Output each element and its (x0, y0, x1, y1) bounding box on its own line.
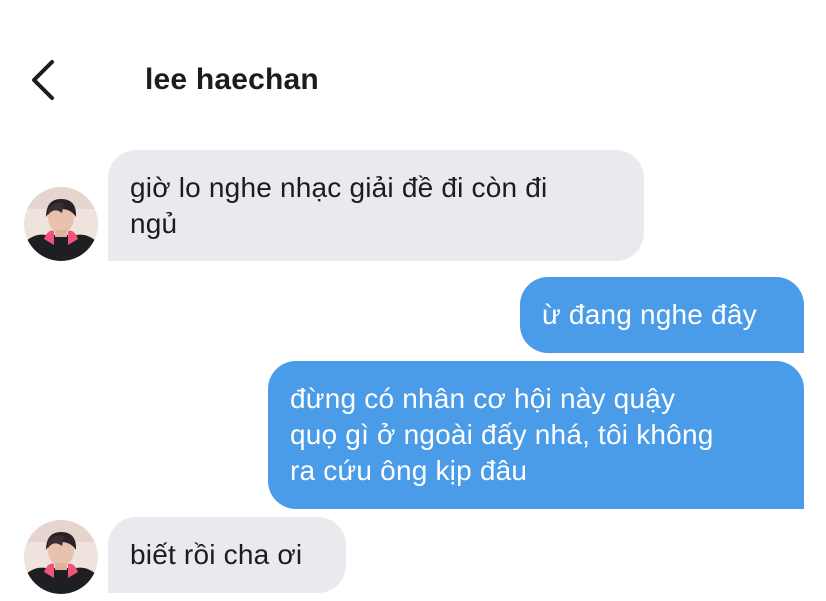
chat-header: lee haechan (0, 0, 826, 140)
avatar-photo (24, 520, 98, 594)
avatar-photo (24, 187, 98, 261)
message-bubble-incoming[interactable]: giờ lo nghe nhạc giải đề đi còn đi ngủ (108, 150, 644, 261)
message-bubble-outgoing[interactable]: ừ đang nghe đây (520, 277, 804, 353)
message-bubble-incoming[interactable]: biết rồi cha ơi (108, 517, 346, 593)
chevron-left-icon (32, 60, 54, 100)
back-button[interactable] (24, 58, 64, 102)
chat-screen: lee haechan giờ lo nghe nhạc giải đề đi … (0, 0, 826, 601)
contact-avatar[interactable] (24, 520, 98, 594)
message-bubble-outgoing[interactable]: đừng có nhân cơ hội này quậy quọ gì ở ng… (268, 361, 804, 509)
contact-avatar[interactable] (24, 187, 98, 261)
contact-name[interactable]: lee haechan (145, 60, 319, 100)
